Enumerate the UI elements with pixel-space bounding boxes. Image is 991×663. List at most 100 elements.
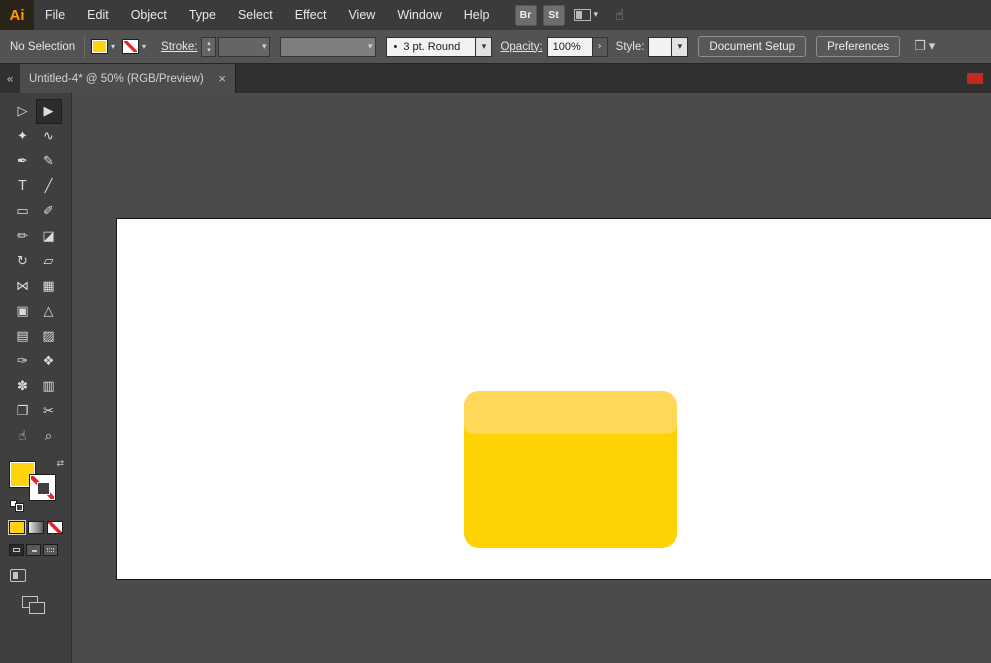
paintbrush-icon: ✐ [43, 205, 54, 218]
opacity-input[interactable]: 100% [547, 37, 593, 57]
width-profile-dropdown[interactable]: ▾ [280, 37, 376, 57]
column-graph-tool[interactable]: ▥ [36, 374, 62, 399]
rotate-tool[interactable]: ↻ [10, 249, 36, 274]
curvature-icon: ✎ [43, 155, 54, 168]
stroke-label[interactable]: Stroke: [161, 41, 197, 53]
pen-tool[interactable]: ✒ [10, 149, 36, 174]
artboard-tool-icon: ❐ [17, 405, 29, 418]
drawn-rounded-rectangle[interactable] [464, 391, 677, 548]
slice-tool[interactable]: ✂ [36, 399, 62, 424]
pen-icon: ✒ [17, 155, 28, 168]
direct-selection-tool[interactable]: ▷ [10, 99, 36, 124]
scale-tool[interactable]: ▱ [36, 249, 62, 274]
arrange-documents-icon: ❒ [914, 39, 926, 54]
fill-color-control[interactable]: ▾ [91, 39, 118, 54]
overlapping-windows-icon[interactable] [22, 596, 48, 615]
opacity-menu-button[interactable]: › [593, 37, 608, 57]
draw-behind-button[interactable] [26, 544, 41, 556]
artboard[interactable] [116, 218, 991, 580]
eyedropper-tool[interactable]: ✑ [10, 349, 36, 374]
menu-window[interactable]: Window [386, 0, 452, 30]
stock-button[interactable]: St [543, 5, 565, 26]
touch-workspace-icon[interactable]: ☝ [615, 6, 624, 24]
type-tool[interactable]: T [10, 174, 36, 199]
stroke-color-swatch[interactable] [29, 474, 56, 501]
canvas-pasteboard[interactable] [72, 93, 991, 663]
artboard-tool-tool[interactable]: ❐ [10, 399, 36, 424]
width-tool[interactable]: ⋈ [10, 274, 36, 299]
opacity-label[interactable]: Opacity: [500, 41, 542, 53]
red-indicator-badge [967, 73, 983, 84]
style-dropdown[interactable] [648, 37, 672, 57]
preferences-button[interactable]: Preferences [816, 36, 900, 57]
rectangle-tool[interactable]: ▭ [10, 199, 36, 224]
menu-help[interactable]: Help [453, 0, 501, 30]
selection-tool[interactable]: ▶ [36, 99, 62, 124]
selection-status: No Selection [0, 41, 78, 53]
blend-icon: ❖ [43, 355, 55, 368]
menu-type[interactable]: Type [178, 0, 227, 30]
brush-definition-value: 3 pt. Round [403, 41, 460, 53]
symbol-sprayer-icon: ✽ [17, 380, 28, 393]
stroke-none-swatch[interactable] [122, 39, 139, 54]
gradient-button[interactable] [28, 521, 44, 534]
menu-select[interactable]: Select [227, 0, 284, 30]
draw-inside-button[interactable] [43, 544, 58, 556]
gradient-tool[interactable]: ▨ [36, 324, 62, 349]
chevron-down-icon[interactable]: ▾ [139, 42, 149, 51]
menu-object[interactable]: Object [120, 0, 178, 30]
free-transform-tool[interactable]: ▦ [36, 274, 62, 299]
none-button[interactable] [47, 521, 63, 534]
screen-mode-icon[interactable] [10, 569, 26, 582]
brush-dropdown-button[interactable]: ▾ [476, 37, 492, 57]
brush-definition-dropdown[interactable]: • 3 pt. Round [386, 37, 476, 57]
chevron-down-icon[interactable]: ▾ [108, 42, 118, 51]
menu-items: FileEditObjectTypeSelectEffectViewWindow… [34, 0, 501, 30]
stroke-color-control[interactable]: ▾ [122, 39, 149, 54]
shape-builder-tool[interactable]: ▣ [10, 299, 36, 324]
arrange-documents-control[interactable]: ❒ ▾ [914, 39, 935, 54]
document-setup-button[interactable]: Document Setup [698, 36, 806, 57]
fill-swatch[interactable] [91, 39, 108, 54]
magic-wand-tool[interactable]: ✦ [10, 124, 36, 149]
swap-fill-stroke-icon[interactable]: ⇄ [56, 459, 64, 469]
lasso-tool[interactable]: ∿ [36, 124, 62, 149]
mesh-tool[interactable]: ▤ [10, 324, 36, 349]
paintbrush-tool[interactable]: ✐ [36, 199, 62, 224]
menu-edit[interactable]: Edit [76, 0, 120, 30]
style-dropdown-button[interactable]: ▾ [672, 37, 688, 57]
symbol-sprayer-tool[interactable]: ✽ [10, 374, 36, 399]
stroke-weight-dropdown[interactable]: ▾ [218, 37, 270, 57]
eyedropper-icon: ✑ [17, 355, 28, 368]
scale-icon: ▱ [44, 255, 54, 268]
collapse-panel-icon[interactable]: « [0, 72, 20, 86]
document-tab[interactable]: Untitled-4* @ 50% (RGB/Preview) × [20, 64, 236, 93]
mesh-icon: ▤ [16, 330, 28, 343]
perspective-grid-tool[interactable]: △ [36, 299, 62, 324]
eraser-tool[interactable]: ◪ [36, 224, 62, 249]
tools-panel: ▷ ▶✦∿ ✒ ✎ T╱▭ ✐ ✏◪↻ ▱ ⋈▦▣△ ▤ ▨ ✑ ❖ ✽ ▥ ❐ ✂ ☝ ⌕ ⇄ [0, 93, 72, 663]
draw-normal-button[interactable] [9, 544, 24, 556]
menu-file[interactable]: File [34, 0, 76, 30]
default-fill-stroke-icon[interactable] [10, 500, 23, 511]
zoom-icon: ⌕ [45, 430, 52, 443]
hand-icon: ☝ [19, 430, 27, 443]
stepper-down-icon[interactable]: ▾ [207, 47, 211, 54]
bridge-button[interactable]: Br [515, 5, 537, 26]
brush-bullet: • [393, 41, 397, 53]
style-label: Style: [616, 41, 645, 53]
line-segment-tool[interactable]: ╱ [36, 174, 62, 199]
curvature-tool[interactable]: ✎ [36, 149, 62, 174]
menu-effect[interactable]: Effect [284, 0, 338, 30]
workspace-switcher[interactable]: ▾ [571, 7, 602, 23]
blend-tool[interactable]: ❖ [36, 349, 62, 374]
stroke-weight-stepper[interactable]: ▴ ▾ [201, 37, 216, 57]
close-icon[interactable]: × [218, 71, 226, 86]
menu-view[interactable]: View [337, 0, 386, 30]
direct-selection-icon: ▷ [18, 105, 28, 118]
fill-stroke-widget: ⇄ [8, 459, 66, 505]
shaper-tool[interactable]: ✏ [10, 224, 36, 249]
color-button[interactable] [9, 521, 25, 534]
zoom-tool[interactable]: ⌕ [36, 424, 62, 449]
hand-tool[interactable]: ☝ [10, 424, 36, 449]
